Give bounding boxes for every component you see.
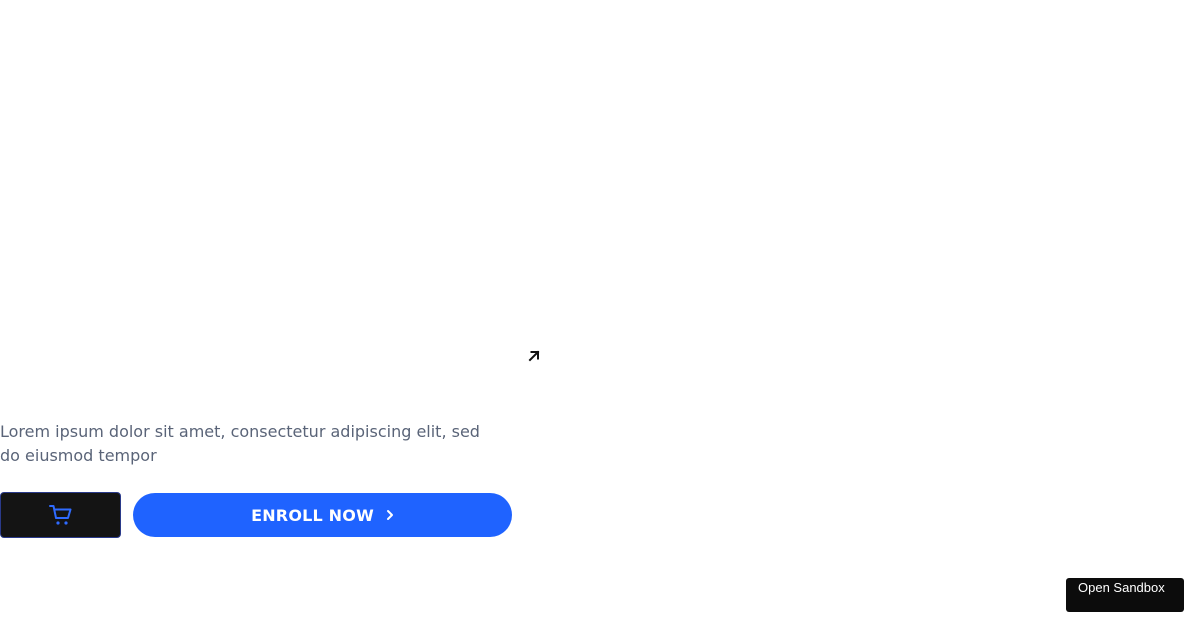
chevron-right-icon [386,510,393,520]
arrow-up-right-icon[interactable] [526,348,542,364]
action-buttons: ENROLL NOW [0,492,512,538]
cart-button[interactable] [0,492,121,538]
enroll-now-button[interactable]: ENROLL NOW [133,493,512,537]
enroll-now-label: ENROLL NOW [251,505,374,525]
page: Lorem ipsum dolor sit amet, consectetur … [0,0,1200,630]
shopping-cart-icon [48,505,71,525]
open-sandbox-button[interactable]: Open Sandbox [1066,578,1184,612]
hero-description: Lorem ipsum dolor sit amet, consectetur … [0,422,480,465]
arrow-up-right-icon-svg [528,350,540,362]
